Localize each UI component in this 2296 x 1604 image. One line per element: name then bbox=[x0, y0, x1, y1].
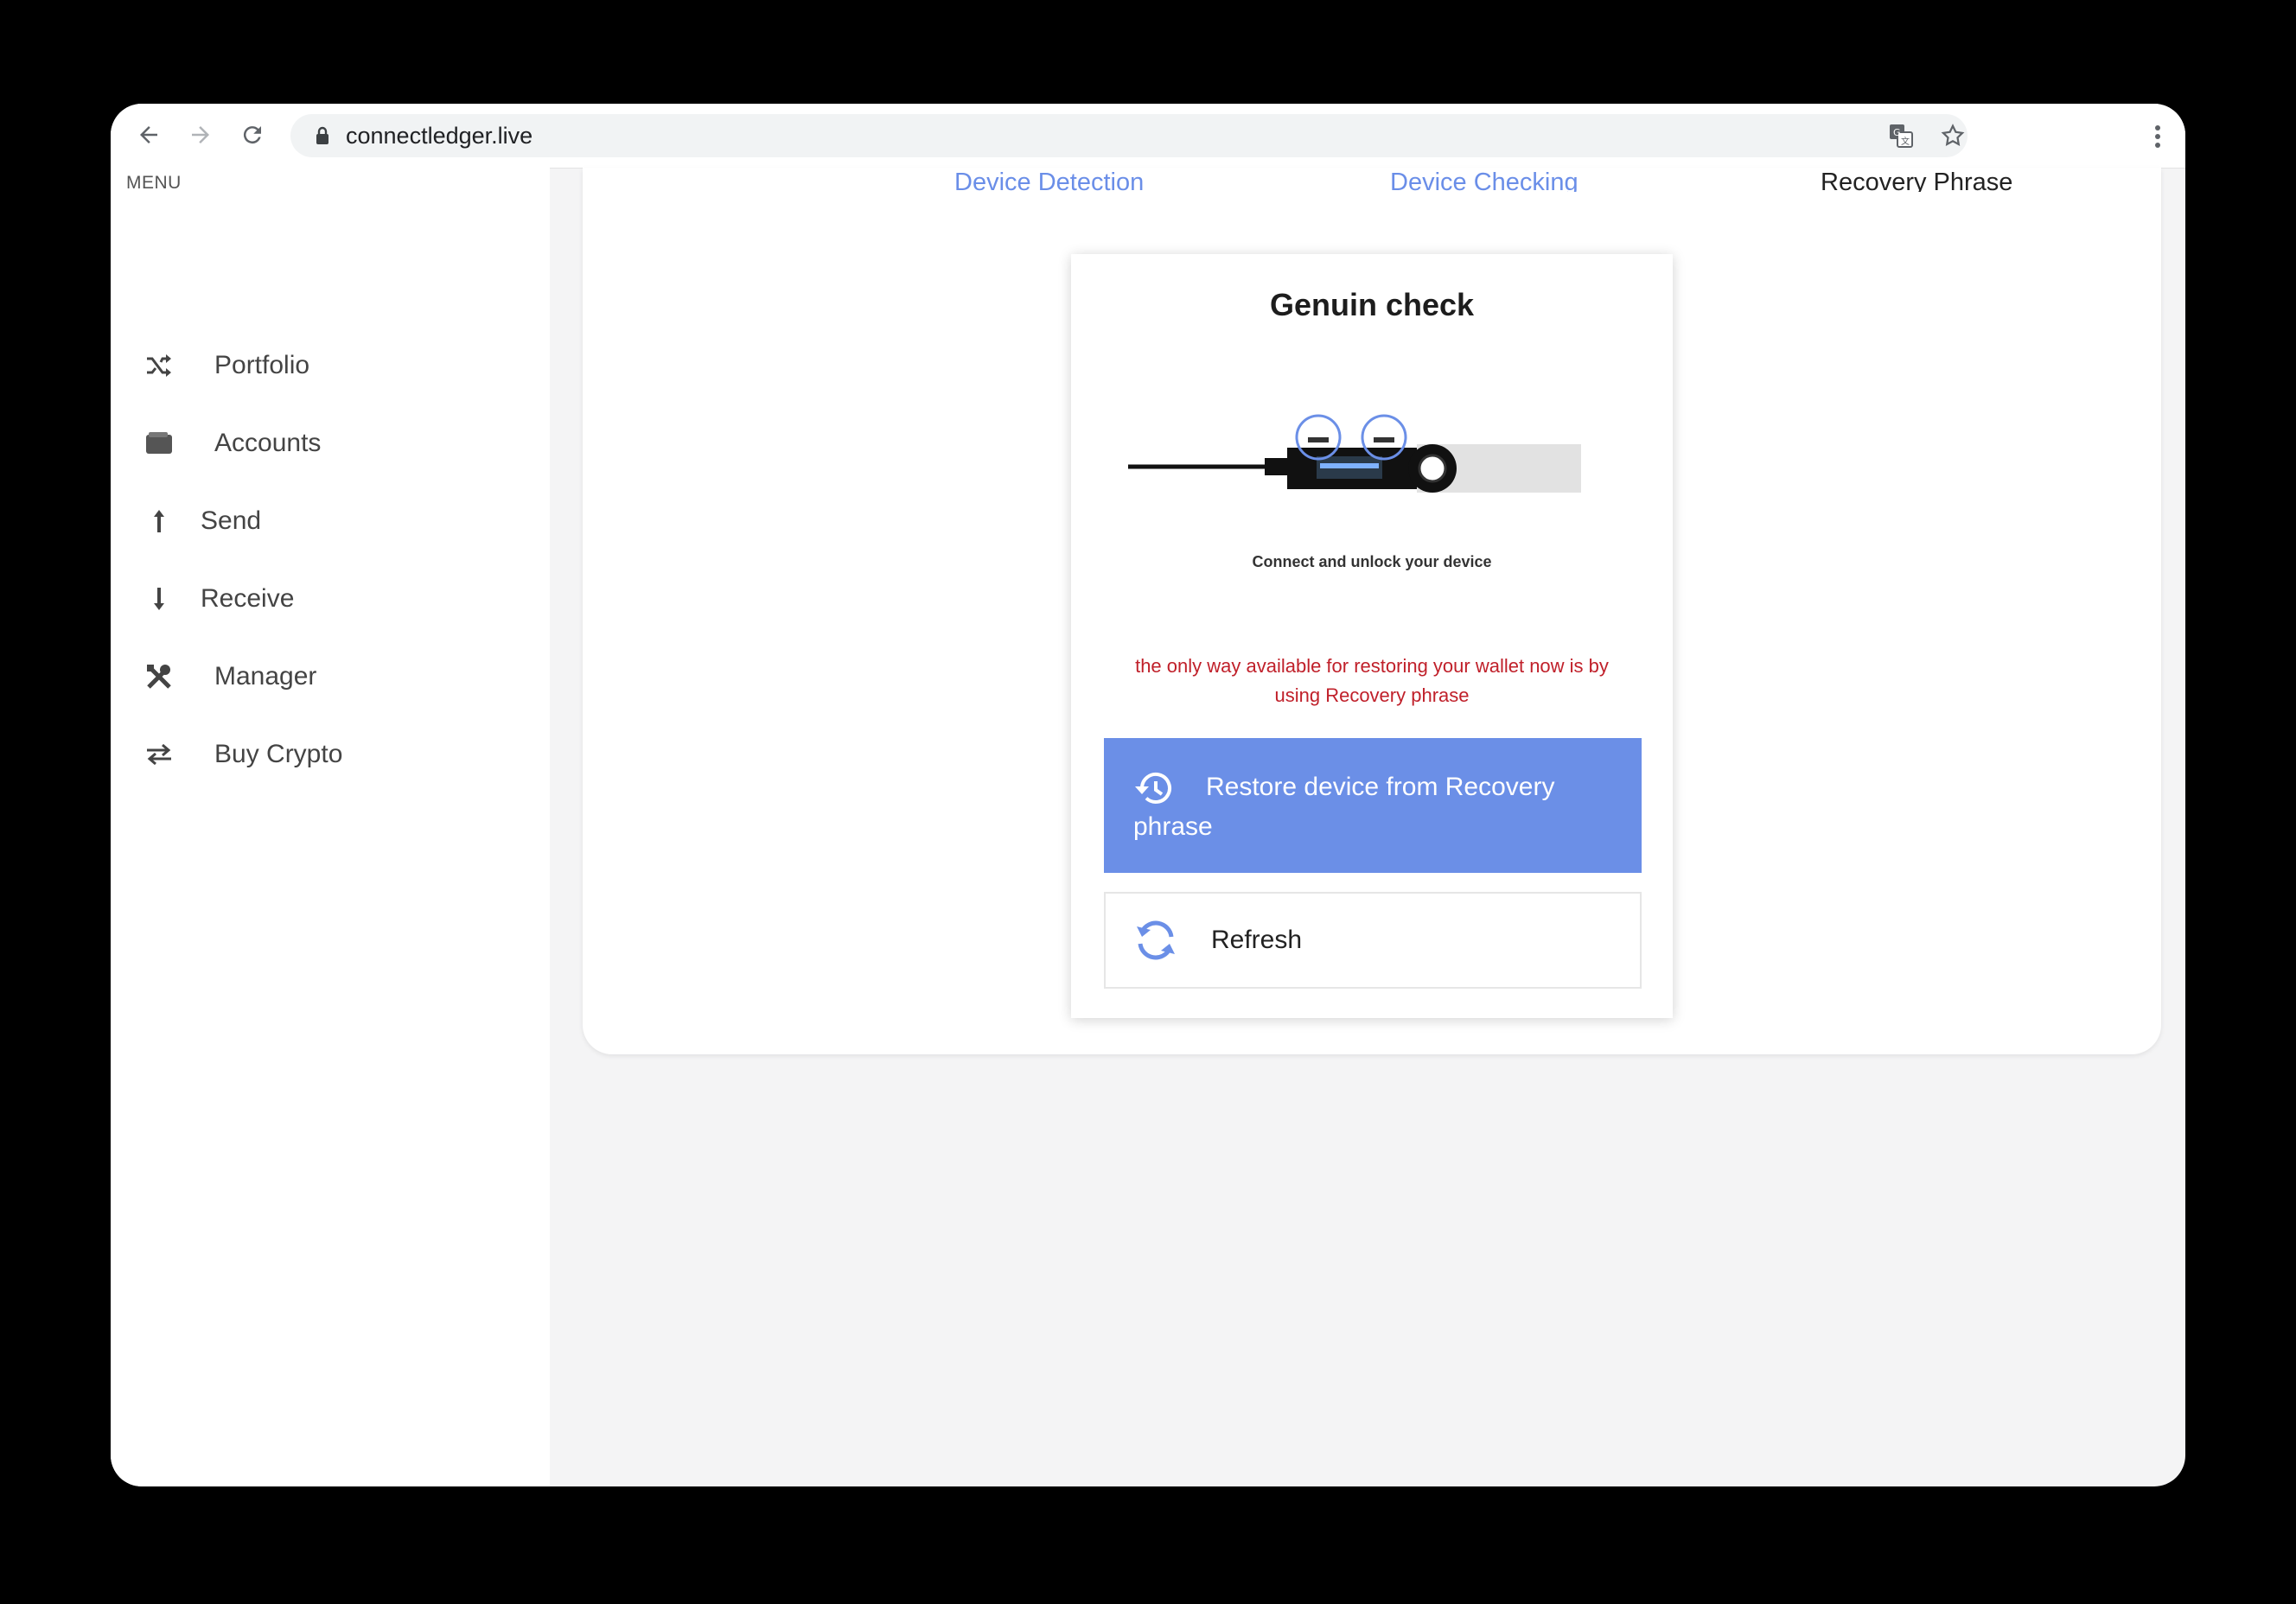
tools-icon bbox=[142, 659, 176, 694]
browser-toolbar: connectledger.live G文 bbox=[111, 104, 2185, 169]
warning-message: the only way available for restoring you… bbox=[1135, 655, 1609, 706]
sidebar-item-label: Accounts bbox=[214, 429, 322, 457]
restore-from-recovery-button[interactable]: Restore device from Recovery phrase bbox=[1104, 738, 1642, 873]
menu-heading: MENU bbox=[126, 173, 182, 193]
browser-window: connectledger.live G文 MENU Portfolio Acc… bbox=[111, 104, 2185, 1486]
step-recovery-phrase: Recovery Phrase bbox=[1821, 169, 2013, 192]
sidebar-item-label: Portfolio bbox=[214, 351, 310, 379]
genuine-check-card: Genuin check Connect and unlock your dev… bbox=[1071, 254, 1673, 1018]
address-bar[interactable]: connectledger.live G文 bbox=[290, 114, 1968, 157]
wallet-icon bbox=[142, 426, 176, 461]
refresh-icon bbox=[1132, 916, 1180, 964]
sidebar-item-label: Manager bbox=[214, 662, 317, 691]
refresh-button-label: Refresh bbox=[1211, 926, 1303, 954]
refresh-button[interactable]: Refresh bbox=[1104, 892, 1642, 989]
step-device-detection[interactable]: Device Detection bbox=[954, 168, 1144, 192]
sidebar-item-manager[interactable]: Manager bbox=[142, 655, 522, 698]
svg-text:G: G bbox=[1893, 127, 1901, 138]
svg-text:文: 文 bbox=[1901, 136, 1910, 147]
sidebar-item-buy-crypto[interactable]: Buy Crypto bbox=[142, 733, 522, 776]
sidebar-item-label: Send bbox=[201, 506, 262, 535]
sidebar-item-portfolio[interactable]: Portfolio bbox=[142, 344, 522, 387]
ledger-device-illustration bbox=[1128, 414, 1581, 493]
sidebar-item-label: Receive bbox=[201, 584, 295, 613]
arrow-down-icon bbox=[142, 582, 176, 616]
back-arrow-icon[interactable] bbox=[130, 116, 168, 154]
star-icon[interactable] bbox=[1940, 123, 1966, 149]
url-text: connectledger.live bbox=[346, 123, 533, 149]
reload-icon[interactable] bbox=[233, 116, 271, 154]
lock-icon bbox=[309, 123, 335, 149]
sidebar: MENU Portfolio Accounts Send Receive Man… bbox=[111, 168, 550, 1486]
shuffle-icon bbox=[142, 348, 176, 383]
history-icon bbox=[1133, 771, 1175, 805]
sidebar-item-send[interactable]: Send bbox=[142, 500, 522, 543]
translate-icon[interactable]: G文 bbox=[1888, 123, 1914, 149]
sidebar-item-accounts[interactable]: Accounts bbox=[142, 422, 522, 465]
step-device-checking[interactable]: Device Checking bbox=[1390, 168, 1578, 192]
restore-button-label: Restore device from Recovery phrase bbox=[1133, 773, 1555, 841]
sidebar-item-label: Buy Crypto bbox=[214, 740, 343, 768]
arrow-up-icon bbox=[142, 504, 176, 538]
swap-icon bbox=[142, 737, 176, 772]
card-title: Genuin check bbox=[1269, 287, 1475, 322]
sidebar-item-receive[interactable]: Receive bbox=[142, 577, 522, 621]
forward-arrow-icon[interactable] bbox=[182, 116, 220, 154]
more-vertical-icon[interactable] bbox=[2142, 119, 2173, 154]
device-caption: Connect and unlock your device bbox=[1252, 553, 1492, 570]
